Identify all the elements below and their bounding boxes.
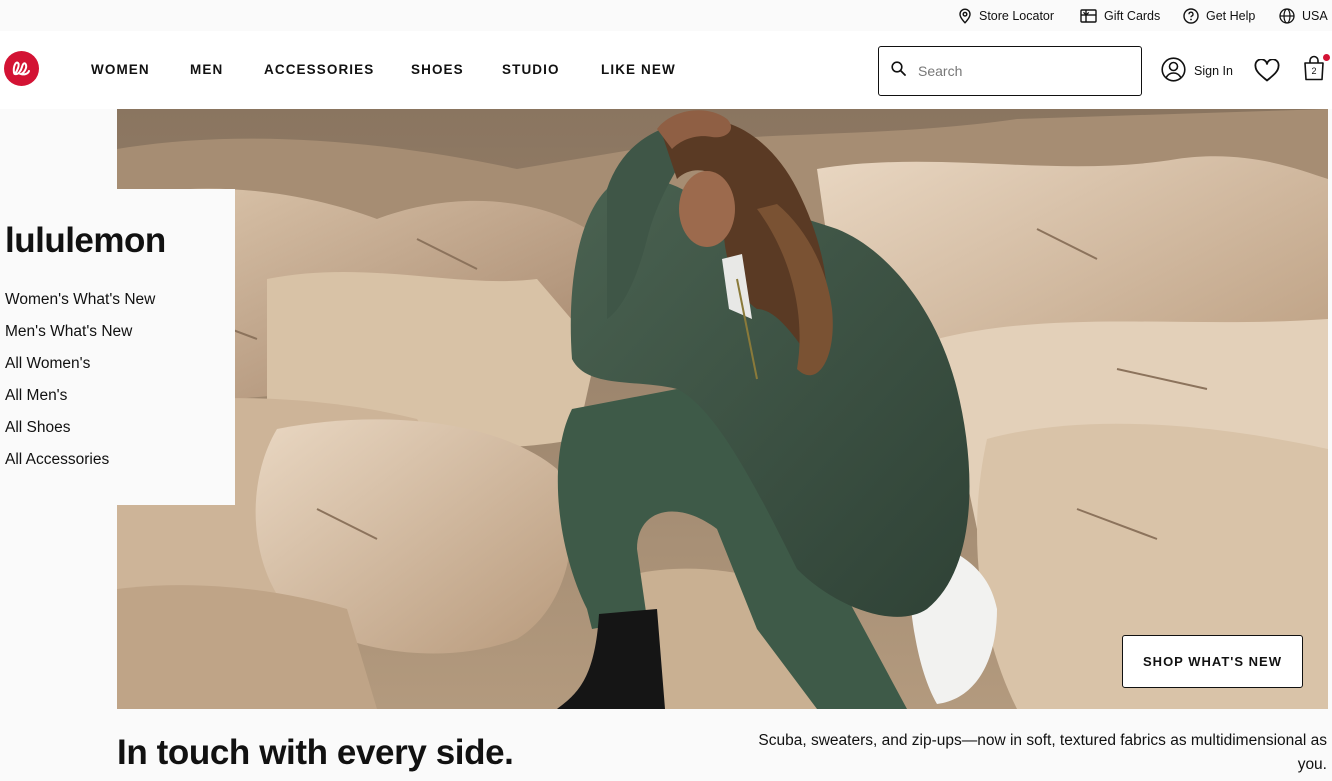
main-nav: WOMEN MEN ACCESSORIES SHOES STUDIO LIKE … [0, 31, 1332, 109]
search-input[interactable] [918, 63, 1118, 79]
account-icon [1161, 57, 1186, 85]
get-help-link[interactable]: Get Help [1183, 6, 1255, 26]
hero-image [117, 109, 1328, 709]
get-help-label: Get Help [1206, 9, 1256, 23]
heart-icon [1254, 58, 1280, 86]
location-pin-icon [958, 8, 972, 24]
sign-in-label: Sign In [1194, 64, 1233, 78]
gift-cards-label: Gift Cards [1104, 9, 1161, 23]
lululemon-logo[interactable] [4, 51, 39, 86]
region-label: USA [1302, 9, 1328, 23]
nav-like-new[interactable]: LIKE NEW [601, 62, 676, 77]
nav-men[interactable]: MEN [190, 62, 223, 77]
hero-headline: In touch with every side. [117, 733, 514, 772]
bag-notification-dot [1323, 54, 1330, 61]
category-link-all-shoes[interactable]: All Shoes [5, 412, 155, 444]
gift-cards-link[interactable]: Gift Cards [1080, 6, 1160, 26]
store-locator-label: Store Locator [979, 9, 1055, 23]
region-selector[interactable]: USA [1279, 6, 1328, 26]
nav-studio[interactable]: STUDIO [502, 62, 560, 77]
help-icon [1183, 8, 1199, 24]
category-links: Women's What's New Men's What's New All … [5, 284, 155, 476]
category-panel: lululemon Women's What's New Men's What'… [0, 189, 235, 505]
category-link-all-accessories[interactable]: All Accessories [5, 444, 155, 476]
nav-women[interactable]: WOMEN [91, 62, 150, 77]
lululemon-logo-mark [12, 61, 30, 76]
nav-accessories[interactable]: ACCESSORIES [264, 62, 374, 77]
shopping-bag-button[interactable]: 2 [1303, 54, 1330, 83]
gift-card-icon [1080, 9, 1097, 23]
category-link-all-womens[interactable]: All Women's [5, 348, 155, 380]
category-link-mens-whats-new[interactable]: Men's What's New [5, 316, 155, 348]
wishlist-button[interactable] [1254, 58, 1280, 87]
category-link-womens-whats-new[interactable]: Women's What's New [5, 284, 155, 316]
globe-icon [1279, 8, 1295, 24]
category-link-all-mens[interactable]: All Men's [5, 380, 155, 412]
shop-whats-new-button[interactable]: SHOP WHAT'S NEW [1122, 635, 1303, 688]
utility-bar: Store Locator Gift Cards Get Help USA [0, 0, 1332, 31]
hero-photo-illustration [117, 109, 1328, 709]
bag-count: 2 [1311, 66, 1317, 76]
hero-subcopy: Scuba, sweaters, and zip-ups—now in soft… [758, 732, 1327, 773]
nav-shoes[interactable]: SHOES [411, 62, 464, 77]
sign-in-link[interactable]: Sign In [1161, 57, 1233, 85]
panel-title: lululemon [5, 221, 166, 260]
search-icon [879, 61, 906, 81]
store-locator-link[interactable]: Store Locator [958, 6, 1054, 26]
search-box[interactable] [878, 46, 1142, 96]
